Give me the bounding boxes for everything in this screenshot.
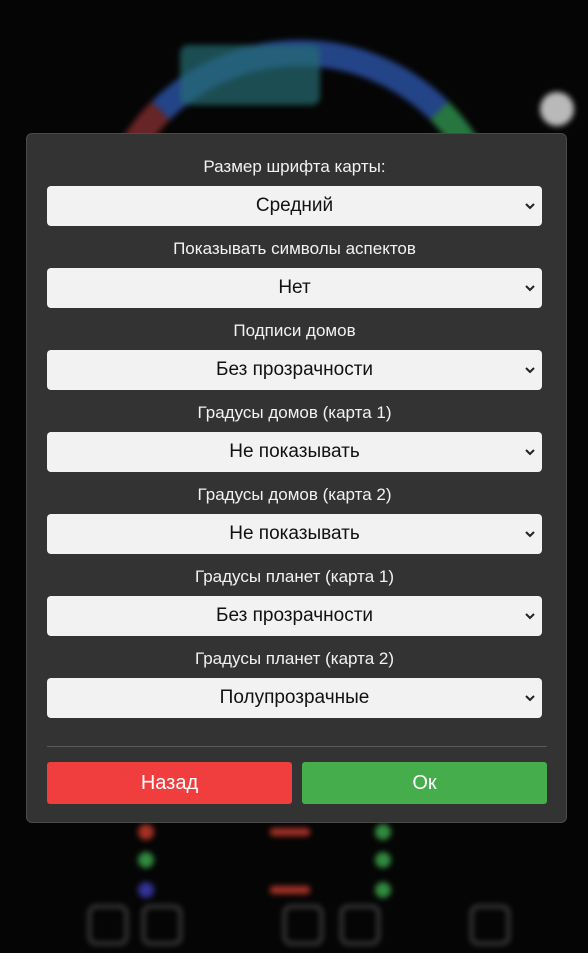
select-value: Средний [255,195,334,216]
chevron-down-icon [525,449,535,456]
field-label: Размер шрифта карты: [203,157,386,176]
chevron-down-icon [525,367,535,374]
select-value: Без прозрачности [215,359,374,380]
select-value: Без прозрачности [215,605,374,626]
select-value: Нет [278,277,311,298]
round-button [540,92,574,126]
house-degrees-chart-1-select[interactable]: Не показывать [47,432,542,472]
chevron-down-icon [525,285,535,292]
toolbar-icon [142,905,182,945]
house-labels-select[interactable]: Без прозрачности [47,350,542,390]
back-button[interactable]: Назад [47,762,292,804]
field-label: Градусы планет (карта 2) [194,649,395,668]
field-house-degrees-chart-2: Градусы домов (карта 2) Не показывать [47,484,542,554]
field-house-degrees-chart-1: Градусы домов (карта 1) Не показывать [47,402,542,472]
field-label: Подписи домов [233,321,356,340]
select-value: Полупрозрачные [219,687,370,708]
field-label: Градусы планет (карта 1) [194,567,395,586]
toolbar-icon [88,905,128,945]
chevron-down-icon [525,695,535,702]
chart-wheel-segment [180,45,320,105]
house-degrees-chart-2-select[interactable]: Не показывать [47,514,542,554]
field-house-labels: Подписи домов Без прозрачности [47,320,542,390]
toolbar-icon [470,905,510,945]
planet-degrees-chart-1-select[interactable]: Без прозрачности [47,596,542,636]
chart-font-size-select[interactable]: Средний [47,186,542,226]
toolbar-icon [283,905,323,945]
chevron-down-icon [525,613,535,620]
field-label: Градусы домов (карта 2) [197,485,392,504]
field-label: Показывать символы аспектов [173,239,416,258]
planet-row [110,824,490,842]
chevron-down-icon [525,203,535,210]
planet-degrees-chart-2-select[interactable]: Полупрозрачные [47,678,542,718]
select-value: Не показывать [229,441,360,462]
chevron-down-icon [525,531,535,538]
aspect-symbols-select[interactable]: Нет [47,268,542,308]
divider [47,746,547,747]
chart-settings-dialog: Размер шрифта карты: Средний Показывать … [26,133,567,823]
field-label: Градусы домов (карта 1) [197,403,392,422]
ok-button[interactable]: Ок [302,762,547,804]
planet-row [110,852,490,870]
planet-row [110,882,490,900]
field-planet-degrees-chart-2: Градусы планет (карта 2) Полупрозрачные [47,648,542,718]
field-aspect-symbols: Показывать символы аспектов Нет [47,238,542,308]
field-planet-degrees-chart-1: Градусы планет (карта 1) Без прозрачност… [47,566,542,636]
field-chart-font-size: Размер шрифта карты: Средний [47,156,542,226]
toolbar-icon [340,905,380,945]
select-value: Не показывать [229,523,360,544]
